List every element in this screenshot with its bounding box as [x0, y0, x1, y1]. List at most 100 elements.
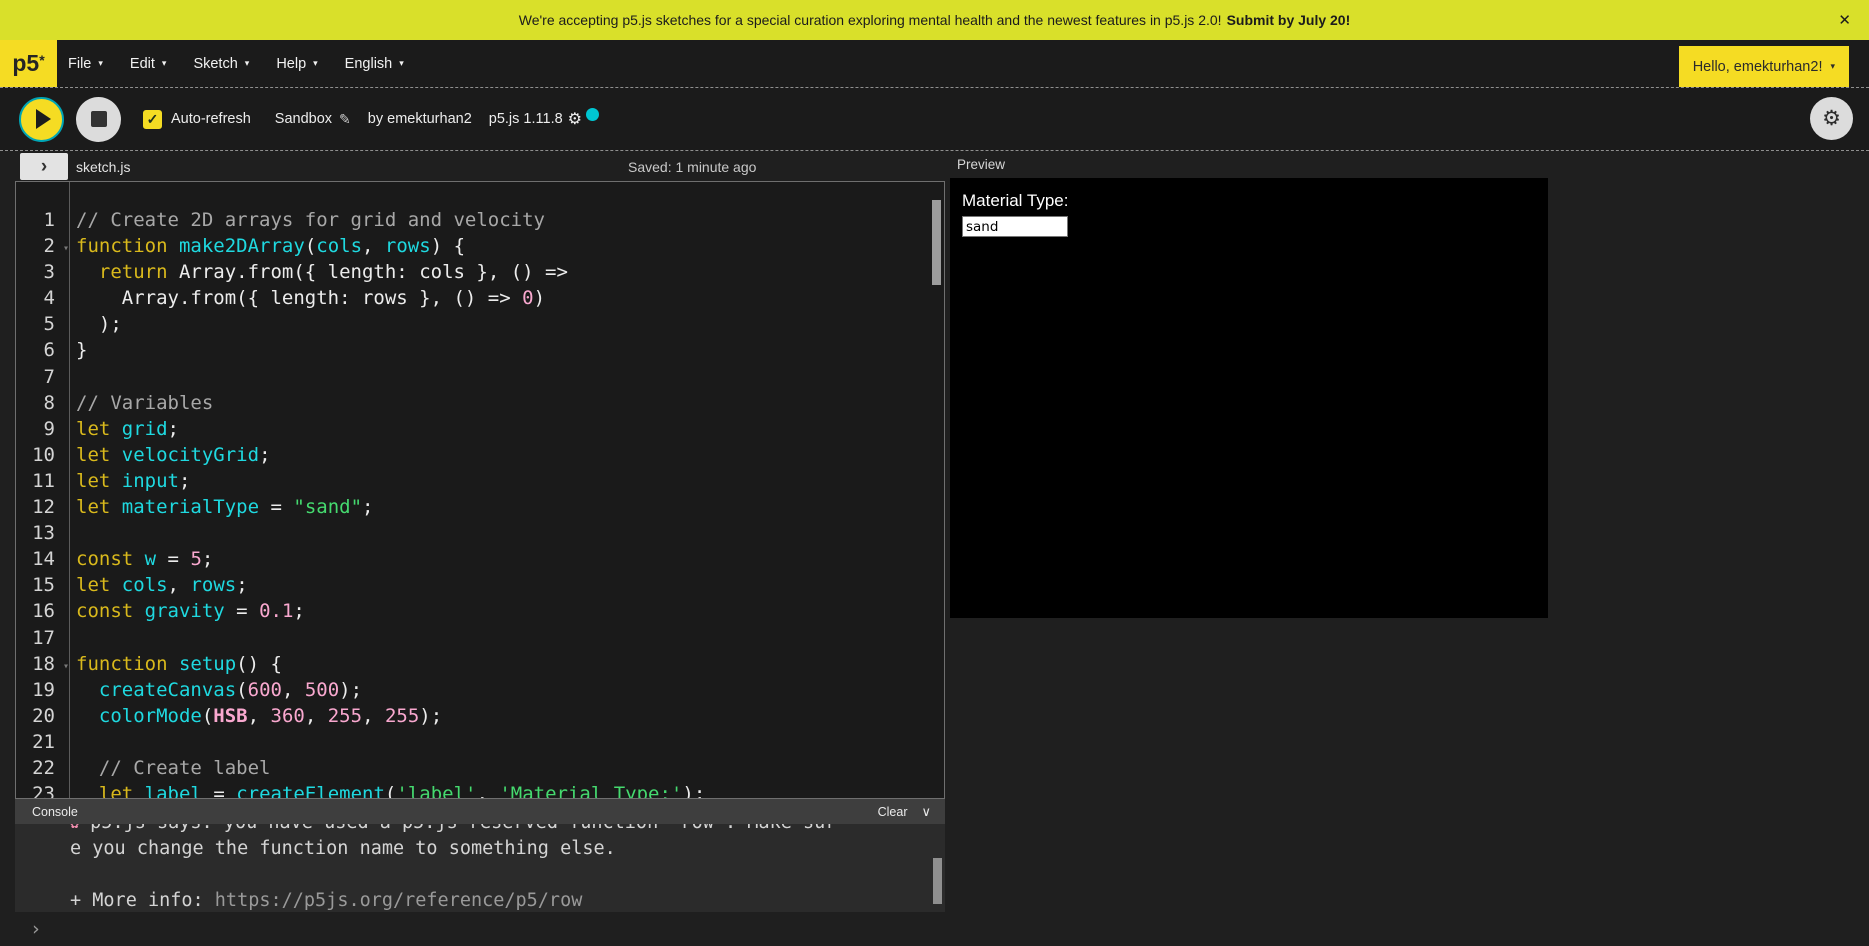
line-number: 1	[16, 207, 69, 233]
gear-icon: ⚙	[1822, 106, 1841, 131]
code-line: 2▾function make2DArray(cols, rows) {	[16, 233, 944, 259]
check-icon: ✓	[147, 111, 159, 128]
project-owner: by emekturhan2	[368, 111, 472, 127]
material-type-input[interactable]	[962, 216, 1068, 237]
saved-status: Saved: 1 minute ago	[628, 152, 756, 181]
code-line: 20 colorMode(HSB, 360, 255, 255);	[16, 703, 944, 729]
settings-button[interactable]: ⚙	[1810, 97, 1853, 140]
console-collapse-icon[interactable]: ∨	[921, 804, 931, 820]
line-number: 18▾	[16, 651, 69, 677]
code-line: 3 return Array.from({ length: cols }, ()…	[16, 259, 944, 285]
code-line: 8// Variables	[16, 390, 944, 416]
p5-logo[interactable]: p5*	[0, 40, 57, 87]
code-line: 23 let label = createElement('label', 'M…	[16, 781, 944, 799]
console-clear-button[interactable]: Clear	[878, 805, 908, 819]
close-icon[interactable]: ✕	[1832, 0, 1857, 40]
code-line: 21	[16, 729, 944, 755]
code-line: 12let materialType = "sand";	[16, 494, 944, 520]
line-number: 11	[16, 468, 69, 494]
code-line: 9let grid;	[16, 416, 944, 442]
preview-title: Preview	[957, 157, 1005, 172]
chevron-right-icon: ›	[41, 156, 47, 178]
line-number: 17	[16, 625, 69, 651]
chevron-down-icon: ▾	[313, 58, 318, 69]
line-number: 16	[16, 598, 69, 624]
code-lines: 1// Create 2D arrays for grid and veloci…	[16, 182, 944, 799]
code-line: 13	[16, 520, 944, 546]
tab-sketch-js[interactable]: sketch.js	[76, 152, 130, 181]
announcement-text: We're accepting p5.js sketches for a spe…	[519, 12, 1222, 28]
code-line: 7	[16, 364, 944, 390]
code-line: 6}	[16, 337, 944, 363]
chevron-down-icon: ▾	[162, 58, 167, 69]
menu-item-edit[interactable]: Edit▾	[130, 56, 167, 72]
console-header: Console Clear ∨	[15, 799, 945, 824]
line-number: 5	[16, 311, 69, 337]
material-type-label: Material Type:	[962, 191, 1068, 211]
sidebar-collapse-button[interactable]: ›	[20, 153, 68, 180]
editor-scrollbar[interactable]	[932, 200, 941, 285]
version-settings-gear-icon[interactable]: ⚙	[568, 109, 582, 129]
code-line: 5 );	[16, 311, 944, 337]
announcement-banner: We're accepting p5.js sketches for a spe…	[0, 0, 1869, 40]
line-number: 9	[16, 416, 69, 442]
stop-button[interactable]	[76, 97, 121, 142]
code-line: 17	[16, 625, 944, 651]
code-line: 1// Create 2D arrays for grid and veloci…	[16, 207, 944, 233]
menu-item-file[interactable]: File▾	[68, 56, 103, 72]
code-line: 4 Array.from({ length: rows }, () => 0)	[16, 285, 944, 311]
user-menu-button[interactable]: Hello, emekturhan2! ▾	[1679, 46, 1849, 87]
console-scrollbar[interactable]	[933, 858, 942, 904]
reference-link[interactable]: https://p5js.org/reference/p5/row	[215, 890, 583, 911]
console-message-line: ✿ p5.js says: you have used a p5.js rese…	[70, 824, 945, 836]
line-number: 8	[16, 390, 69, 416]
code-line: 16const gravity = 0.1;	[16, 598, 944, 624]
line-number: 12	[16, 494, 69, 520]
edit-project-name-icon[interactable]: ✎	[339, 111, 351, 128]
p5-version: p5.js 1.11.8	[489, 111, 563, 127]
preview-canvas: Material Type:	[950, 178, 1548, 618]
console-title: Console	[32, 805, 78, 819]
chevron-down-icon: ▾	[399, 58, 404, 69]
menu-items: File▾ Edit▾ Sketch▾ Help▾ English▾	[68, 40, 431, 87]
console-message-line: e you change the function name to someth…	[70, 836, 945, 862]
chevron-down-icon: ▾	[98, 58, 103, 69]
console-message-line: + More info: https://p5js.org/reference/…	[70, 888, 945, 912]
project-name[interactable]: Sandbox	[275, 111, 332, 127]
console-prompt-row[interactable]: ›	[15, 912, 945, 946]
menu-bar: p5* File▾ Edit▾ Sketch▾ Help▾ English▾ Hello…	[0, 40, 1869, 88]
code-editor[interactable]: 1// Create 2D arrays for grid and veloci…	[15, 181, 945, 799]
notification-dot	[586, 108, 599, 121]
line-number: 4	[16, 285, 69, 311]
line-number: 23	[16, 781, 69, 799]
menu-item-help[interactable]: Help▾	[276, 56, 317, 72]
code-line: 19 createCanvas(600, 500);	[16, 677, 944, 703]
auto-refresh-checkbox[interactable]: ✓	[143, 110, 162, 129]
line-number: 10	[16, 442, 69, 468]
line-number: 7	[16, 364, 69, 390]
line-number: 6	[16, 337, 69, 363]
code-line: 11let input;	[16, 468, 944, 494]
line-number: 15	[16, 572, 69, 598]
chevron-down-icon: ▾	[1830, 61, 1835, 72]
announcement-deadline: Submit by July 20!	[1227, 12, 1351, 28]
stop-icon	[91, 111, 107, 127]
sketch-toolbar: ✓ Auto-refresh Sandbox ✎ by emekturhan2 …	[0, 88, 1869, 151]
line-number: 21	[16, 729, 69, 755]
console-output[interactable]: ✿ p5.js says: you have used a p5.js rese…	[15, 824, 945, 912]
menu-item-sketch[interactable]: Sketch▾	[193, 56, 249, 72]
code-line: 18▾function setup() {	[16, 651, 944, 677]
play-button[interactable]	[19, 97, 64, 142]
line-number: 14	[16, 546, 69, 572]
menu-item-english[interactable]: English▾	[345, 56, 404, 72]
chevron-down-icon: ▾	[245, 58, 250, 69]
code-line: 22 // Create label	[16, 755, 944, 781]
line-number: 2▾	[16, 233, 69, 259]
console-message-line	[70, 862, 945, 888]
code-line: 14const w = 5;	[16, 546, 944, 572]
line-number: 3	[16, 259, 69, 285]
line-number: 20	[16, 703, 69, 729]
code-line: 15let cols, rows;	[16, 572, 944, 598]
line-number: 22	[16, 755, 69, 781]
line-number: 19	[16, 677, 69, 703]
